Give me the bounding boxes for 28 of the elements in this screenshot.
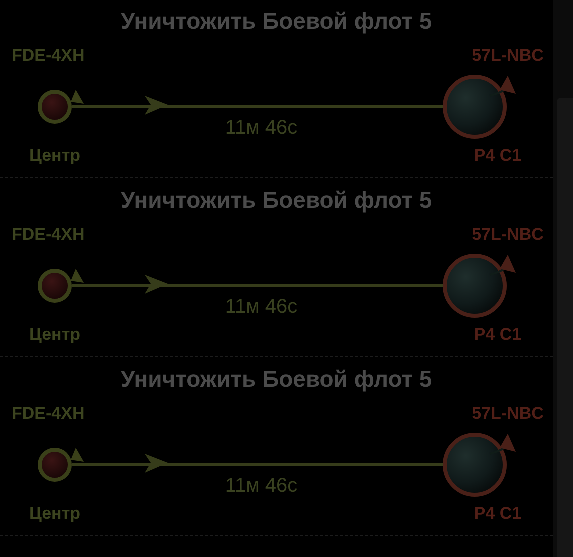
destination-system: 57L-NBC	[472, 224, 544, 246]
travel-time: 11м 46с	[225, 295, 298, 319]
travel-time: 11м 46с	[225, 116, 298, 140]
origin-system: FDE-4XH	[12, 403, 85, 425]
scrollbar[interactable]	[553, 0, 573, 557]
origin-name: Центр	[29, 145, 81, 164]
origin-system: FDE-4XH	[12, 45, 85, 67]
direction-arrow-icon	[145, 454, 168, 473]
destination-planet-icon	[443, 254, 516, 318]
origin-planet-icon	[38, 269, 84, 303]
destination-name: P4 C1	[474, 145, 522, 164]
origin-system: FDE-4XH	[12, 224, 85, 246]
destination-system: 57L-NBC	[472, 45, 544, 67]
origin-planet-icon	[38, 448, 84, 482]
destination-planet-icon	[443, 75, 516, 139]
mission-title: Уничтожить Боевой флот 5	[120, 186, 434, 215]
mission-title: Уничтожить Боевой флот 5	[120, 365, 434, 394]
direction-arrow-icon	[145, 275, 168, 294]
destination-system: 57L-NBC	[472, 403, 544, 425]
mission-title: Уничтожить Боевой флот 5	[120, 7, 434, 36]
origin-name: Центр	[29, 503, 81, 522]
origin-planet-icon	[38, 90, 84, 124]
origin-name: Центр	[29, 324, 81, 343]
direction-arrow-icon	[145, 96, 168, 115]
destination-name: P4 C1	[474, 324, 522, 343]
destination-planet-icon	[443, 433, 516, 497]
travel-time: 11м 46с	[225, 474, 298, 498]
destination-name: P4 C1	[474, 503, 522, 522]
